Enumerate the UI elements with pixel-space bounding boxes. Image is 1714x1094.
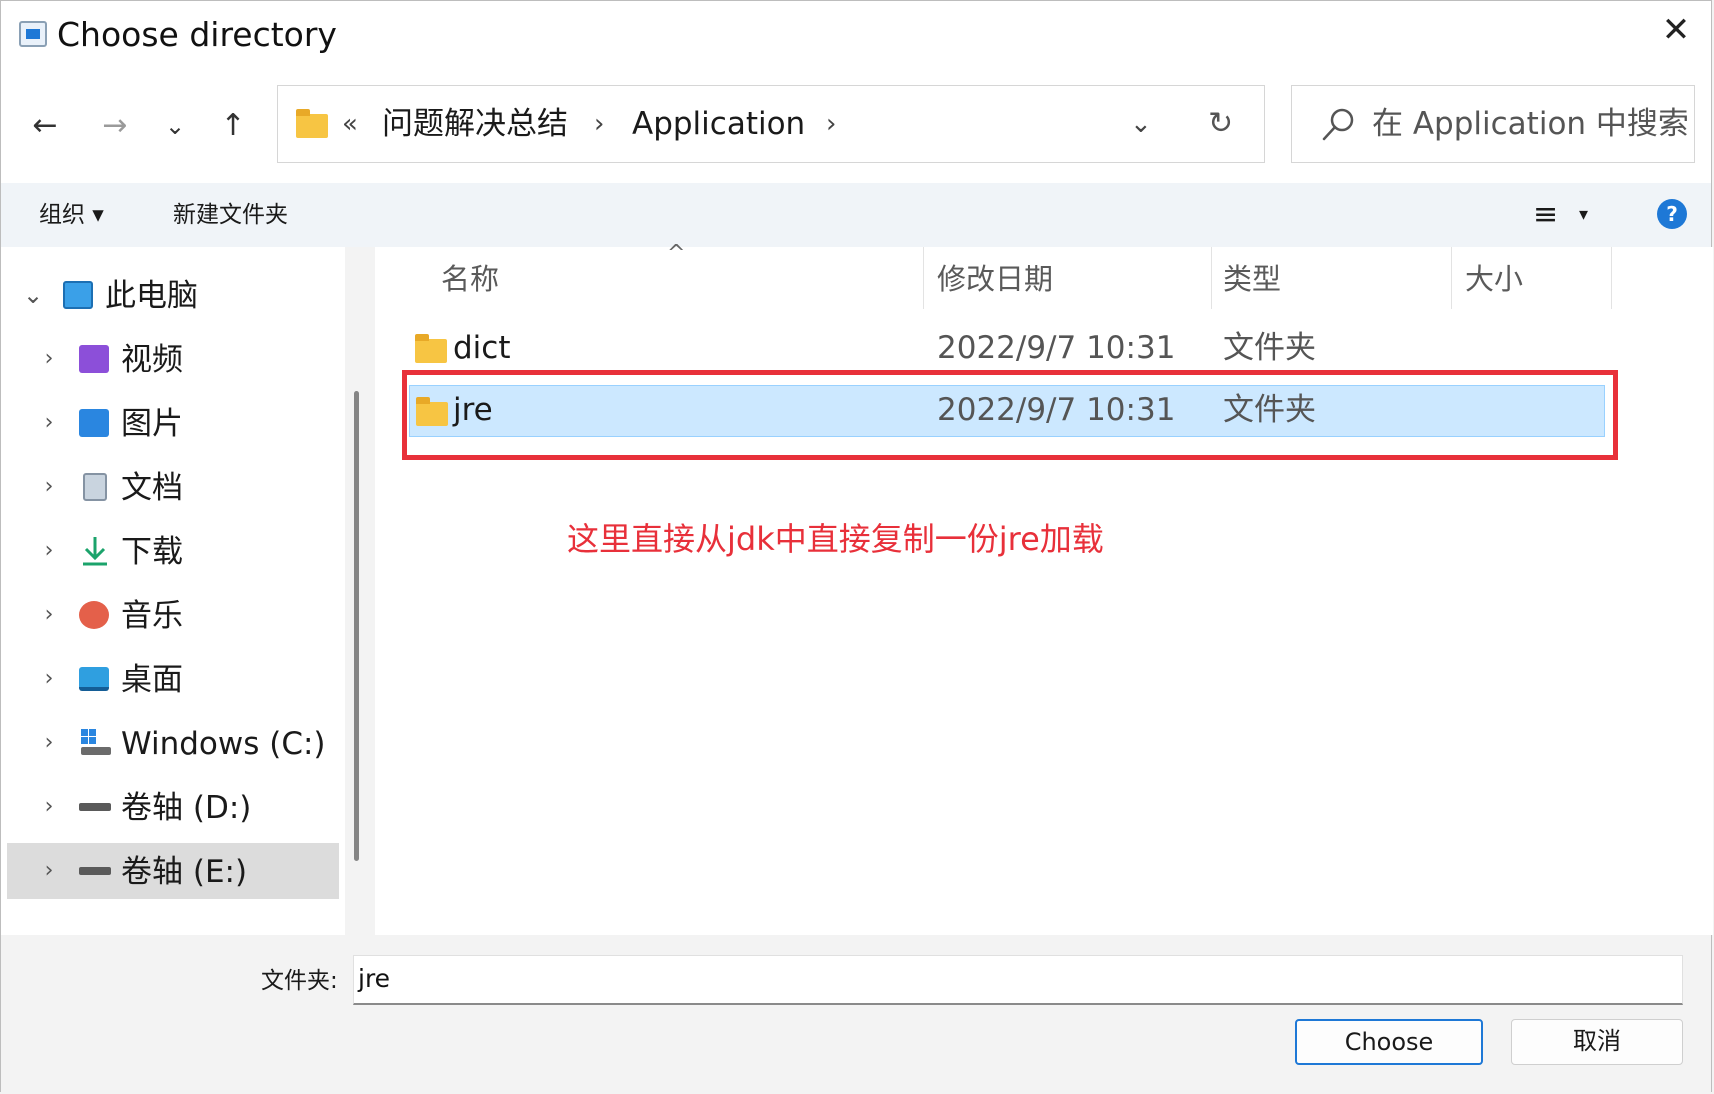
drive-icon (79, 867, 111, 875)
navigation-scrollbar[interactable] (354, 391, 359, 861)
search-placeholder: 在 Application 中搜索 (1372, 106, 1689, 142)
title-bar: Choose directory ✕ (1, 1, 1711, 67)
address-row: ← → ⌄ ↑ « 问题解决总结 › Application › ⌄ ↻ 在 A… (1, 67, 1711, 183)
chevron-right-icon[interactable]: › (37, 599, 61, 631)
folder-field-label: 文件夹: (261, 968, 338, 994)
forward-arrow-icon[interactable]: → (91, 99, 139, 153)
sidebar-item-label: 视频 (121, 342, 183, 378)
sidebar-item-label: 图片 (121, 406, 183, 442)
downloads-icon (83, 537, 107, 566)
sidebar-item-pictures[interactable]: › 图片 (7, 395, 339, 451)
sidebar-item-drive-e[interactable]: › 卷轴 (E:) (7, 843, 339, 899)
sidebar-item-downloads[interactable]: › 下载 (7, 523, 339, 579)
close-button[interactable]: ✕ (1641, 1, 1711, 63)
view-options-icon[interactable]: ≡ (1533, 199, 1558, 231)
annotation-text: 这里直接从jdk中直接复制一份jre加载 (567, 520, 1104, 558)
column-header-type[interactable]: 类型 (1223, 261, 1281, 297)
breadcrumb-item[interactable]: Application (632, 104, 805, 144)
choose-directory-dialog: Choose directory ✕ ← → ⌄ ↑ « 问题解决总结 › Ap… (0, 0, 1713, 1093)
chevron-right-icon[interactable]: › (826, 104, 836, 144)
help-icon[interactable]: ? (1657, 199, 1687, 229)
documents-icon (83, 473, 107, 501)
column-header-size[interactable]: 大小 (1465, 261, 1523, 297)
dialog-title: Choose directory (57, 15, 337, 54)
folder-icon (415, 334, 447, 363)
chevron-right-icon[interactable]: › (37, 791, 61, 823)
computer-icon (63, 281, 93, 309)
column-divider[interactable] (923, 247, 924, 309)
file-list-pane: ^ 名称 修改日期 类型 大小 dict 2022/9/7 10:31 文件夹 … (375, 241, 1713, 935)
sidebar-item-label: 卷轴 (D:) (121, 790, 252, 826)
column-divider[interactable] (1451, 247, 1452, 309)
sidebar-item-windows-c[interactable]: › Windows (C:) (7, 715, 339, 771)
column-header-modified[interactable]: 修改日期 (937, 261, 1053, 297)
breadcrumb-item[interactable]: 问题解决总结 (382, 104, 568, 144)
music-icon (79, 601, 109, 629)
new-folder-button[interactable]: 新建文件夹 (173, 199, 288, 231)
refresh-icon[interactable]: ↻ (1208, 104, 1233, 144)
chevron-right-icon[interactable]: › (37, 407, 61, 439)
search-box[interactable]: 在 Application 中搜索 (1291, 85, 1695, 163)
app-window-icon (19, 21, 47, 47)
up-arrow-icon[interactable]: ↑ (209, 99, 257, 153)
sidebar-item-this-pc[interactable]: ⌄ 此电脑 (7, 267, 339, 323)
sidebar-item-label: 音乐 (121, 598, 183, 634)
sidebar-item-documents[interactable]: › 文档 (7, 459, 339, 515)
pictures-icon (79, 409, 109, 437)
sidebar-item-label: 此电脑 (105, 278, 198, 314)
column-header-name[interactable]: 名称 (441, 261, 499, 297)
search-icon (1322, 108, 1354, 141)
address-dropdown-chevron-icon[interactable]: ⌄ (1130, 104, 1152, 144)
sidebar-item-videos[interactable]: › 视频 (7, 331, 339, 387)
view-dropdown-chevron-icon[interactable]: ▾ (1579, 199, 1588, 231)
breadcrumb-overflow[interactable]: « (342, 104, 358, 144)
chevron-right-icon[interactable]: › (37, 535, 61, 567)
file-type: 文件夹 (1223, 330, 1316, 366)
sidebar-item-drive-d[interactable]: › 卷轴 (D:) (7, 779, 339, 835)
address-bar[interactable]: « 问题解决总结 › Application › ⌄ ↻ (277, 85, 1265, 163)
folder-icon (296, 109, 328, 138)
chevron-right-icon[interactable]: › (37, 727, 61, 759)
cancel-button[interactable]: 取消 (1511, 1019, 1683, 1065)
sidebar-item-label: Windows (C:) (121, 726, 326, 762)
back-arrow-icon[interactable]: ← (21, 99, 69, 153)
navigation-pane: ⌄ 此电脑 › 视频 › 图片 › 文档 › 下载 › 音乐 › 桌面 › Wi… (1, 247, 345, 935)
chevron-down-icon[interactable]: ⌄ (21, 279, 45, 311)
choose-button[interactable]: Choose (1295, 1019, 1483, 1065)
column-divider[interactable] (1211, 247, 1212, 309)
videos-icon (79, 345, 109, 373)
sidebar-item-label: 卷轴 (E:) (121, 854, 248, 890)
windows-drive-icon (81, 729, 111, 755)
recent-locations-chevron-icon[interactable]: ⌄ (151, 99, 199, 153)
chevron-right-icon[interactable]: › (37, 663, 61, 695)
command-bar: 组织 ▾ 新建文件夹 ≡ ▾ ? (1, 183, 1711, 247)
column-divider[interactable] (1611, 247, 1612, 309)
chevron-right-icon[interactable]: › (37, 471, 61, 503)
sort-ascending-icon: ^ (667, 241, 686, 266)
sidebar-item-desktop[interactable]: › 桌面 (7, 651, 339, 707)
file-name: dict (453, 330, 511, 366)
sidebar-item-label: 下载 (121, 534, 183, 570)
folder-name-field[interactable]: jre (353, 955, 1683, 1005)
desktop-icon (79, 667, 109, 691)
file-row-dict[interactable]: dict 2022/9/7 10:31 文件夹 (409, 323, 1605, 375)
sidebar-item-music[interactable]: › 音乐 (7, 587, 339, 643)
sidebar-item-label: 文档 (121, 470, 183, 506)
chevron-right-icon[interactable]: › (37, 343, 61, 375)
sidebar-item-label: 桌面 (121, 662, 183, 698)
file-modified: 2022/9/7 10:31 (937, 330, 1176, 366)
drive-icon (79, 803, 111, 811)
chevron-right-icon[interactable]: › (37, 855, 61, 887)
dialog-footer: 文件夹: jre Choose 取消 (1, 935, 1711, 1093)
annotation-highlight-box (402, 370, 1618, 460)
chevron-right-icon: › (594, 109, 605, 139)
organize-button[interactable]: 组织 ▾ (39, 199, 104, 231)
